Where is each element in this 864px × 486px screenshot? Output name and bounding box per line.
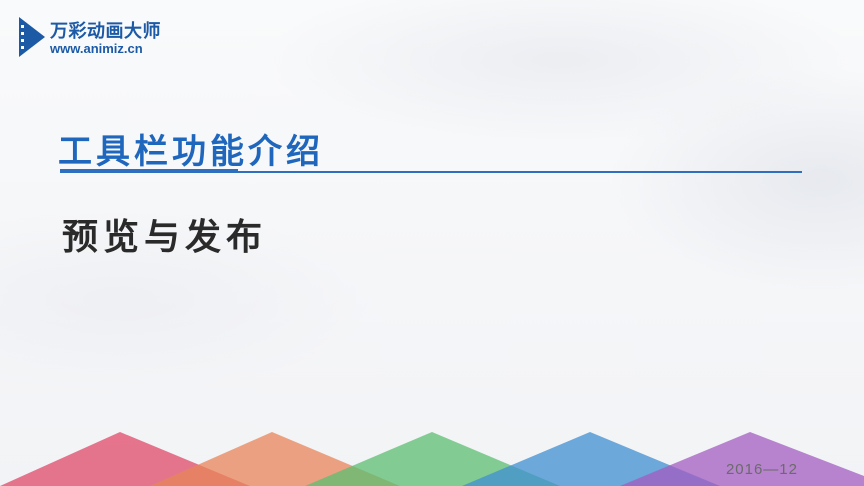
slide-date: 2016—12 [725, 461, 798, 478]
brand-url: www.animiz.cn [50, 41, 143, 56]
brand-name: 万彩动画大师 [50, 21, 161, 42]
slide-subtitle: 预览与发布 [62, 217, 268, 258]
title-underline [60, 171, 802, 173]
brand-logo: 万彩动画大师 www.animiz.cn [17, 11, 217, 61]
play-film-icon [19, 17, 45, 57]
slide-title: 工具栏功能介绍 [58, 132, 324, 172]
